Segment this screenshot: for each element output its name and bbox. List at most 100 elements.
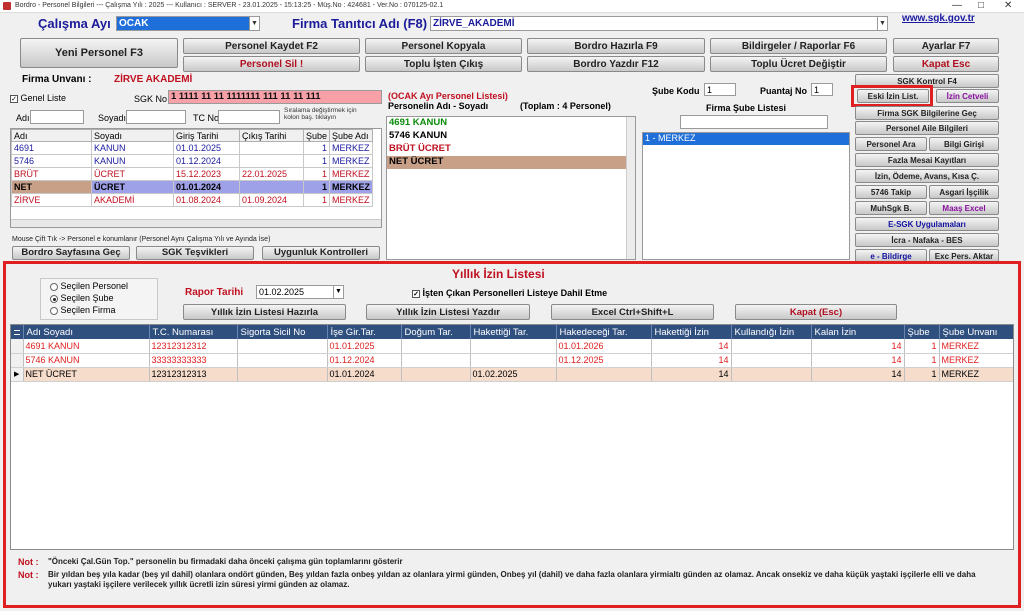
radio-secilen-sube[interactable]: Seçilen Şube [50, 293, 114, 303]
sube-search-input[interactable] [680, 115, 828, 129]
hint-text: Mouse Çift Tık -> Personel e konumlanır … [12, 236, 271, 243]
maximize-icon[interactable]: □ [978, 0, 984, 11]
bildirgeler-button[interactable]: Bildirgeler / Raporlar F6 [710, 38, 887, 54]
col-dogum[interactable]: Doğum Tar. [401, 325, 471, 339]
col-tc[interactable]: T.C. Numarası [149, 325, 238, 339]
toplu-isten-cikis-button[interactable]: Toplu İşten Çıkış [365, 56, 522, 72]
sgk-no-field[interactable]: 1 1111 11 11 1111111 111 11 11 111 [168, 90, 382, 104]
calisma-ayi-label: Çalışma Ayı [38, 16, 111, 31]
close-icon[interactable]: ✕ [1004, 0, 1012, 11]
tc-no-filter-input[interactable] [218, 110, 280, 124]
table-row[interactable]: 4691 KANUN 01.01.2025 1 MERKEZ [11, 141, 373, 155]
yeni-personel-button[interactable]: Yeni Personel F3 [20, 38, 178, 68]
rapor-tarihi-input[interactable]: 01.02.2025 ▼ [256, 285, 344, 299]
izin-grid: Adı Soyadı T.C. Numarası Sigorta Sicil N… [11, 325, 1013, 382]
genel-liste-checkbox[interactable]: ✓ Genel Liste [10, 93, 66, 103]
uygunluk-button[interactable]: Uygunluk Kontrolleri [262, 246, 380, 260]
sort-hint: Sıralama değiştirmek için kolon baş. tık… [284, 107, 357, 121]
col-hakedecegi-tar[interactable]: Hakedeceği Tar. [556, 325, 652, 339]
col-hakettigi-tar[interactable]: Hakettiği Tar. [470, 325, 557, 339]
izin-kapat-button[interactable]: Kapat (Esc) [735, 304, 897, 320]
col-sube[interactable]: Şube [302, 129, 331, 142]
personel-kaydet-button[interactable]: Personel Kaydet F2 [183, 38, 360, 54]
eski-izin-highlight [851, 85, 933, 107]
list-item[interactable]: 1 - MERKEZ [643, 133, 849, 145]
table-row[interactable]: BRÜT ÜCRET 15.12.2023 22.01.2025 1 MERKE… [11, 167, 373, 181]
not2-text: Bir yıldan beş yıla kadar (beş yıl dahil… [48, 570, 976, 589]
esgk-button[interactable]: E-SGK Uygulamaları [855, 217, 999, 231]
personel-table-container: Adı Soyadı Giriş Tarihi Çıkış Tarihi Şub… [10, 128, 382, 228]
icra-button[interactable]: İcra - Nafaka - BES [855, 233, 999, 247]
col-sube[interactable]: Şube [904, 325, 940, 339]
list-item[interactable]: 4691 KANUN [387, 117, 635, 130]
isten-cikan-checkbox[interactable]: ✓ İşten Çıkan Personelleri Listeye Dahil… [412, 288, 607, 298]
table-row[interactable]: 5746 KANUN 01.12.2024 1 MERKEZ [11, 154, 373, 168]
firma-tanitici-select[interactable]: ZİRVE_AKADEMİ ▼ [430, 16, 888, 31]
bilgi-girisi-button[interactable]: Bilgi Girişi [929, 137, 999, 151]
list-item[interactable]: NET ÜCRET [387, 156, 635, 169]
list-item[interactable]: 5746 KANUN [387, 130, 635, 143]
col-ise-gir[interactable]: İşe Gir.Tar. [327, 325, 402, 339]
col-adi-soyadi[interactable]: Adı Soyadı [23, 325, 150, 339]
chevron-down-icon: ▼ [877, 17, 887, 30]
excel-export-button[interactable]: Excel Ctrl+Shift+L [551, 304, 714, 320]
kapat-esc-button[interactable]: Kapat Esc [893, 56, 999, 72]
col-hakettigi-izin[interactable]: Hakettiği İzin [651, 325, 732, 339]
table-row[interactable]: 4691 KANUN 12312312312 01.01.2025 01.01.… [11, 339, 1013, 354]
bordro-hazirla-button[interactable]: Bordro Hazırla F9 [527, 38, 705, 54]
firma-sgk-button[interactable]: Firma SGK Bilgilerine Geç [855, 106, 999, 120]
col-giris[interactable]: Giriş Tarihi [172, 129, 240, 142]
muhsgk-button[interactable]: MuhSgk B. [855, 201, 927, 215]
table-row[interactable]: ZİRVE AKADEMİ 01.08.2024 01.09.2024 1 ME… [11, 193, 373, 207]
sube-kodu-input[interactable]: 1 [704, 83, 736, 96]
table-row[interactable]: 5746 KANUN 33333333333 01.12.2024 01.12.… [11, 353, 1013, 368]
calisma-ayi-select[interactable]: OCAK ▼ [116, 16, 260, 31]
toplu-ucret-button[interactable]: Toplu Ücret Değiştir [710, 56, 887, 72]
soyadi-label: Soyadı [98, 113, 127, 123]
horizontal-scrollbar[interactable] [11, 219, 381, 227]
personel-sil-button[interactable]: Personel Sil ! [183, 56, 360, 72]
maas-excel-button[interactable]: Maaş Excel [929, 201, 999, 215]
col-cikis[interactable]: Çıkış Tarihi [238, 129, 304, 142]
fazla-mesai-button[interactable]: Fazla Mesai Kayıtları [855, 153, 999, 167]
radio-secilen-personel[interactable]: Seçilen Personel [50, 281, 128, 291]
col-sicil[interactable]: Sigorta Sicil No [237, 325, 328, 339]
not1-text: "Önceki Çal.Gün Top." personelin bu firm… [48, 557, 403, 566]
grid-menu-icon [14, 329, 20, 335]
tc-no-label: TC No [193, 113, 220, 123]
sgk-tesvikleri-button[interactable]: SGK Teşvikleri [136, 246, 254, 260]
personel-listesi-title: (OCAK Ayı Personel Listesi) [388, 91, 508, 101]
radio-secilen-firma[interactable]: Seçilen Firma [50, 305, 116, 315]
bordro-yazdir-button[interactable]: Bordro Yazdır F12 [527, 56, 705, 72]
puantaj-input[interactable]: 1 [811, 83, 833, 96]
bordro-sayfasina-button[interactable]: Bordro Sayfasına Geç [12, 246, 130, 260]
col-kalan-izin[interactable]: Kalan İzin [811, 325, 905, 339]
minimize-icon[interactable]: — [952, 0, 962, 11]
calendar-dropdown-icon[interactable]: ▼ [333, 286, 343, 298]
col-soyadi[interactable]: Soyadı [90, 129, 174, 142]
personel-ara-button[interactable]: Personel Ara [855, 137, 927, 151]
takip-5746-button[interactable]: 5746 Takip [855, 185, 927, 199]
personel-aile-button[interactable]: Personel Aile Bilgileri [855, 121, 999, 135]
asgari-iscilik-button[interactable]: Asgari İşçilik [929, 185, 999, 199]
izin-odeme-button[interactable]: İzin, Ödeme, Avans, Kısa Ç. [855, 169, 999, 183]
col-kullandigi-izin[interactable]: Kullandığı İzin [731, 325, 812, 339]
izin-yazdir-button[interactable]: Yıllık İzin Listesi Yazdır [366, 304, 530, 320]
vertical-scrollbar[interactable] [626, 117, 635, 259]
list-item[interactable]: BRÜT ÜCRET [387, 143, 635, 156]
col-sube-unvani[interactable]: Şube Unvanı [939, 325, 1013, 339]
table-row-selected[interactable]: NET ÜCRET 01.01.2024 1 MERKEZ [11, 180, 373, 194]
personel-listesi: 4691 KANUN 5746 KANUN BRÜT ÜCRET NET ÜCR… [386, 116, 636, 260]
sgk-link[interactable]: www.sgk.gov.tr [902, 13, 975, 24]
izin-cetveli-button[interactable]: İzin Cetveli [936, 89, 999, 103]
table-row-selected[interactable]: ▶ NET ÜCRET 12312312313 01.01.2024 01.02… [11, 367, 1013, 382]
personel-kopyala-button[interactable]: Personel Kopyala [365, 38, 522, 54]
izin-hazirla-button[interactable]: Yıllık İzin Listesi Hazırla [183, 304, 346, 320]
col-sube-adi[interactable]: Şube Adı [329, 129, 373, 142]
col-adi[interactable]: Adı [11, 129, 92, 142]
not1-label: Not : [18, 557, 39, 567]
adi-filter-input[interactable] [30, 110, 84, 124]
window-title: Bordro - Personel Bilgileri --- Çalışma … [15, 2, 444, 9]
soyadi-filter-input[interactable] [126, 110, 186, 124]
ayarlar-button[interactable]: Ayarlar F7 [893, 38, 999, 54]
